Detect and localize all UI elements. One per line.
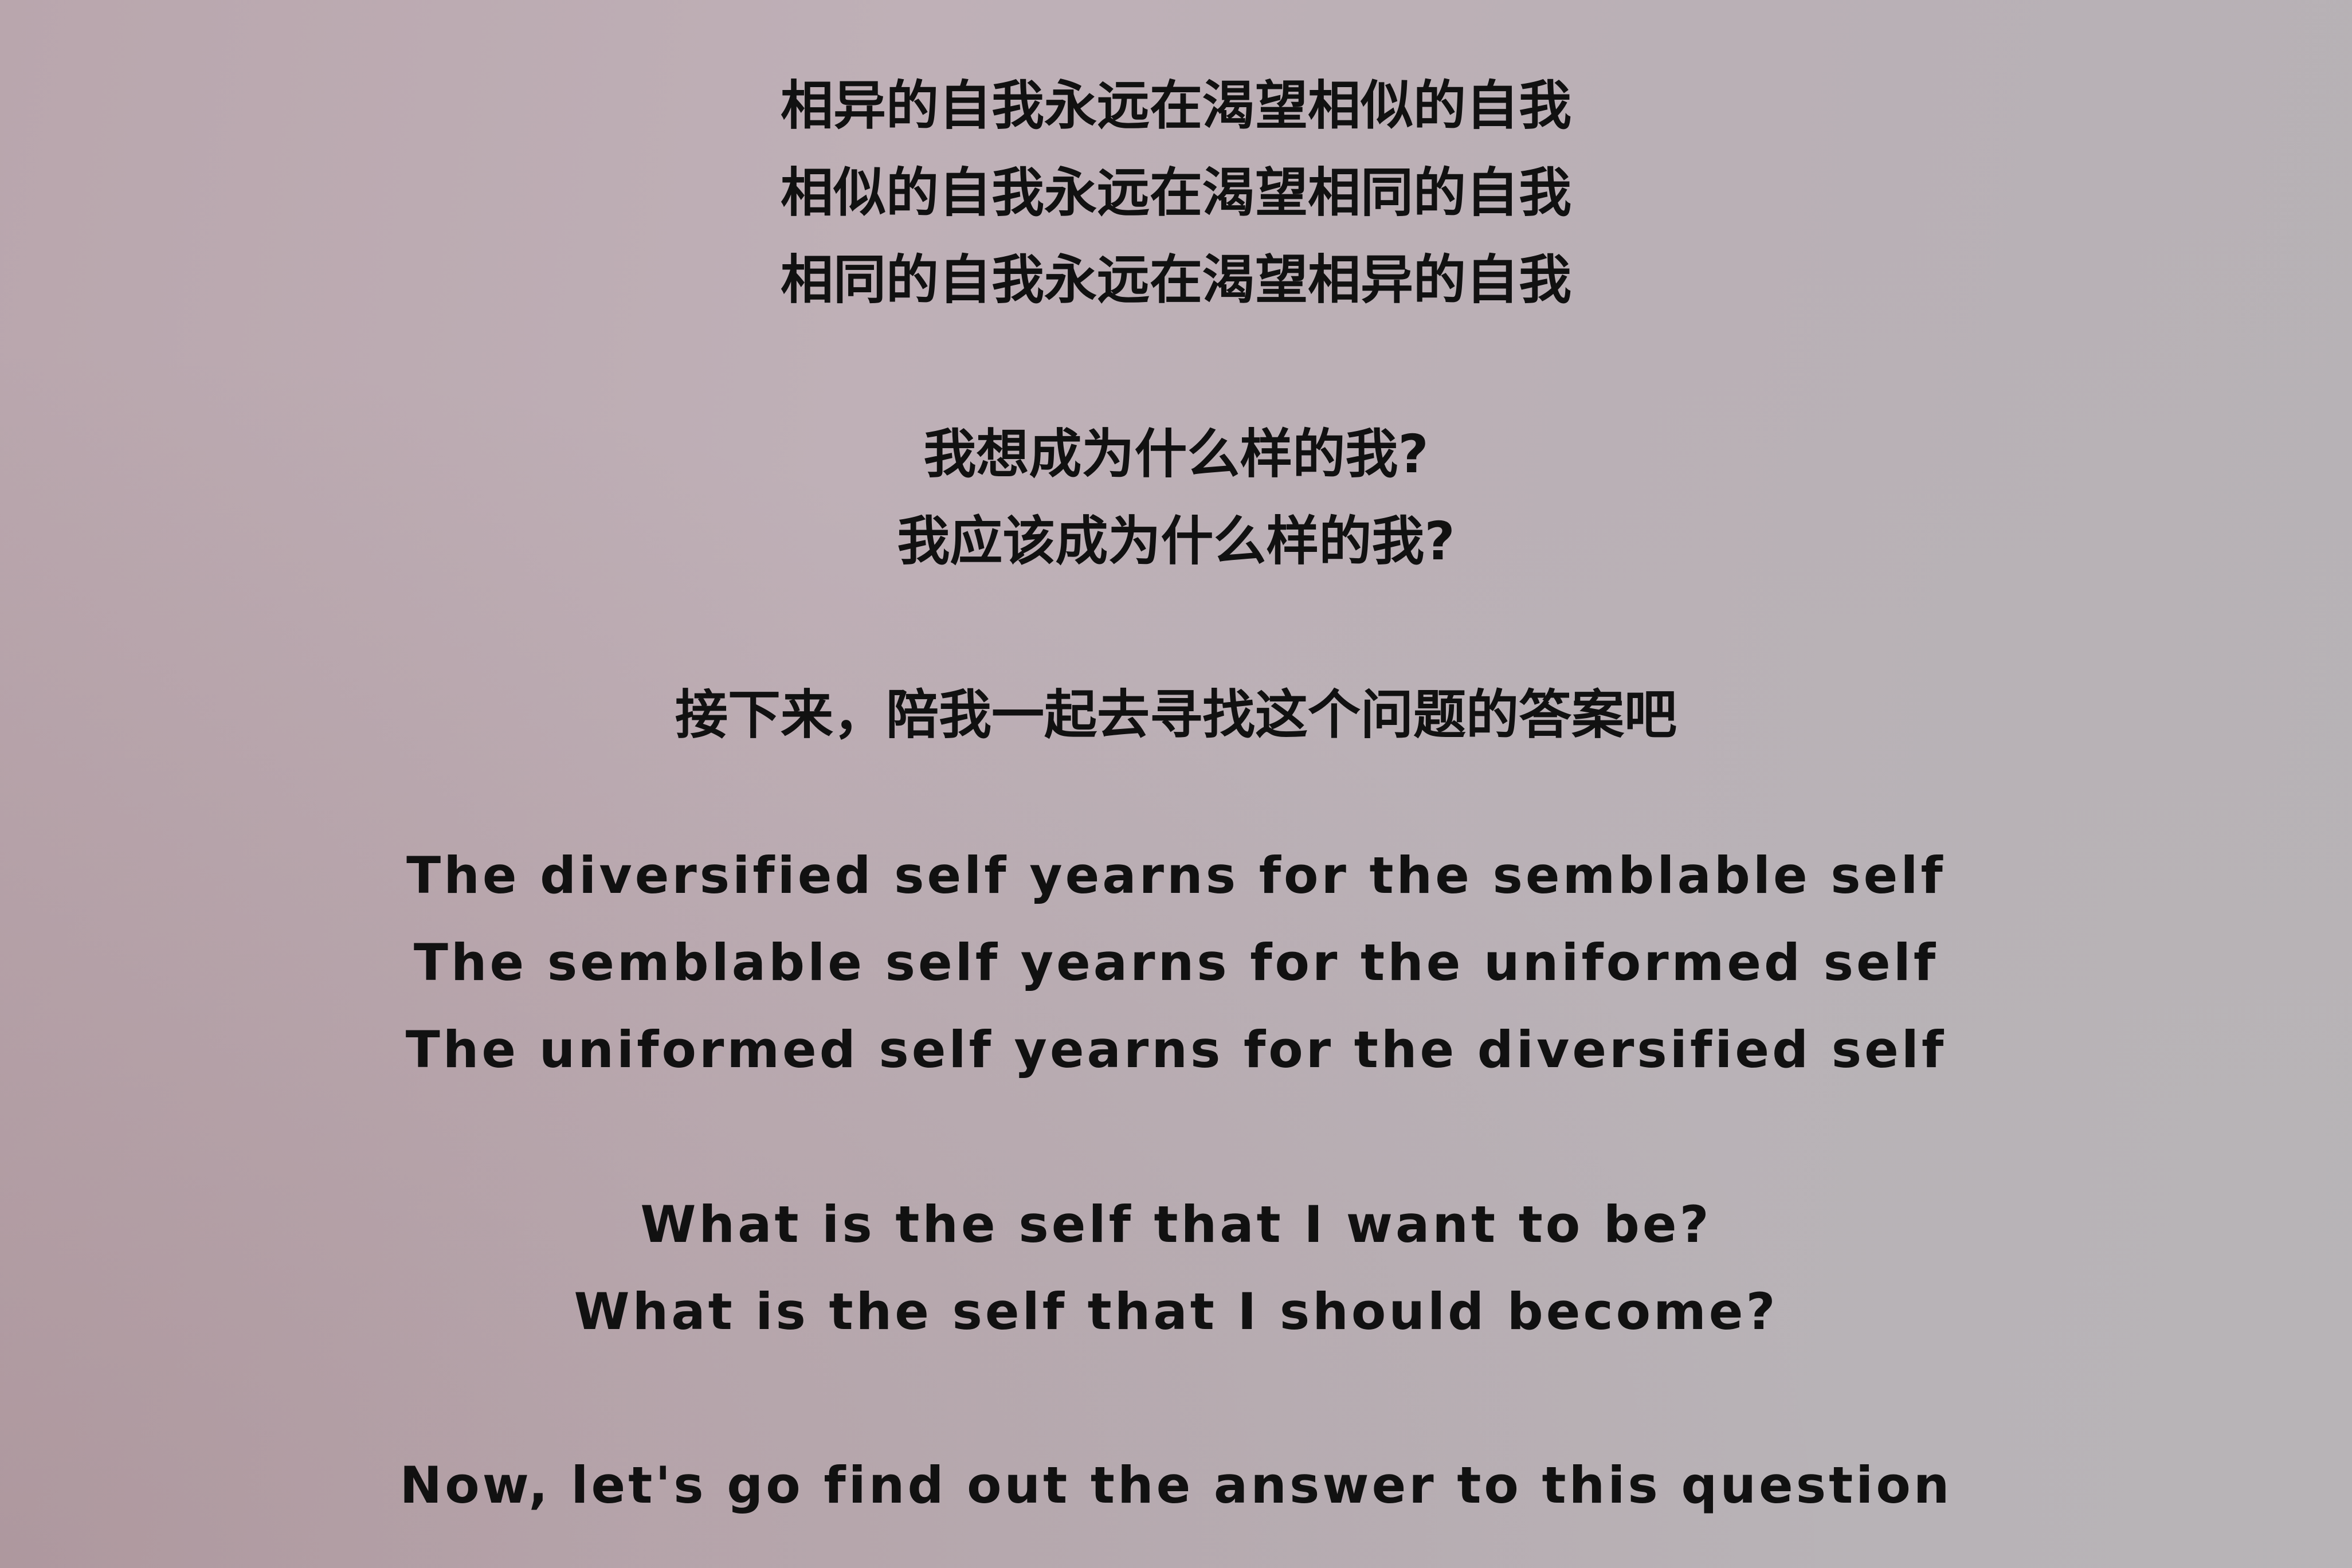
chinese-question-2: 我应该成为什么样的我?: [897, 511, 1455, 572]
chinese-question-1: 我想成为什么样的我?: [923, 424, 1429, 485]
english-line-2: The semblable self yearns for the unifor…: [413, 933, 1939, 992]
chinese-line-2: 相似的自我永远在渴望相同的自我: [780, 162, 1571, 224]
english-question-2: What is the self that I should become?: [574, 1282, 1778, 1341]
english-line-3: The uniformed self yearns for the divers…: [405, 1020, 1947, 1079]
english-line-1: The diversified self yearns for the semb…: [406, 846, 1946, 905]
english-question-1: What is the self that I want to be?: [640, 1195, 1712, 1254]
wall-text-panel: 相异的自我永远在渴望相似的自我 相似的自我永远在渴望相同的自我 相同的自我永远在…: [0, 0, 2352, 1568]
english-invitation: Now, let's go find out the answer to thi…: [399, 1456, 1953, 1515]
chinese-invitation: 接下来，陪我一起去寻找这个问题的答案吧: [675, 684, 1677, 746]
chinese-line-1: 相异的自我永远在渴望相似的自我: [780, 75, 1571, 136]
chinese-line-3: 相同的自我永远在渴望相异的自我: [780, 249, 1571, 311]
